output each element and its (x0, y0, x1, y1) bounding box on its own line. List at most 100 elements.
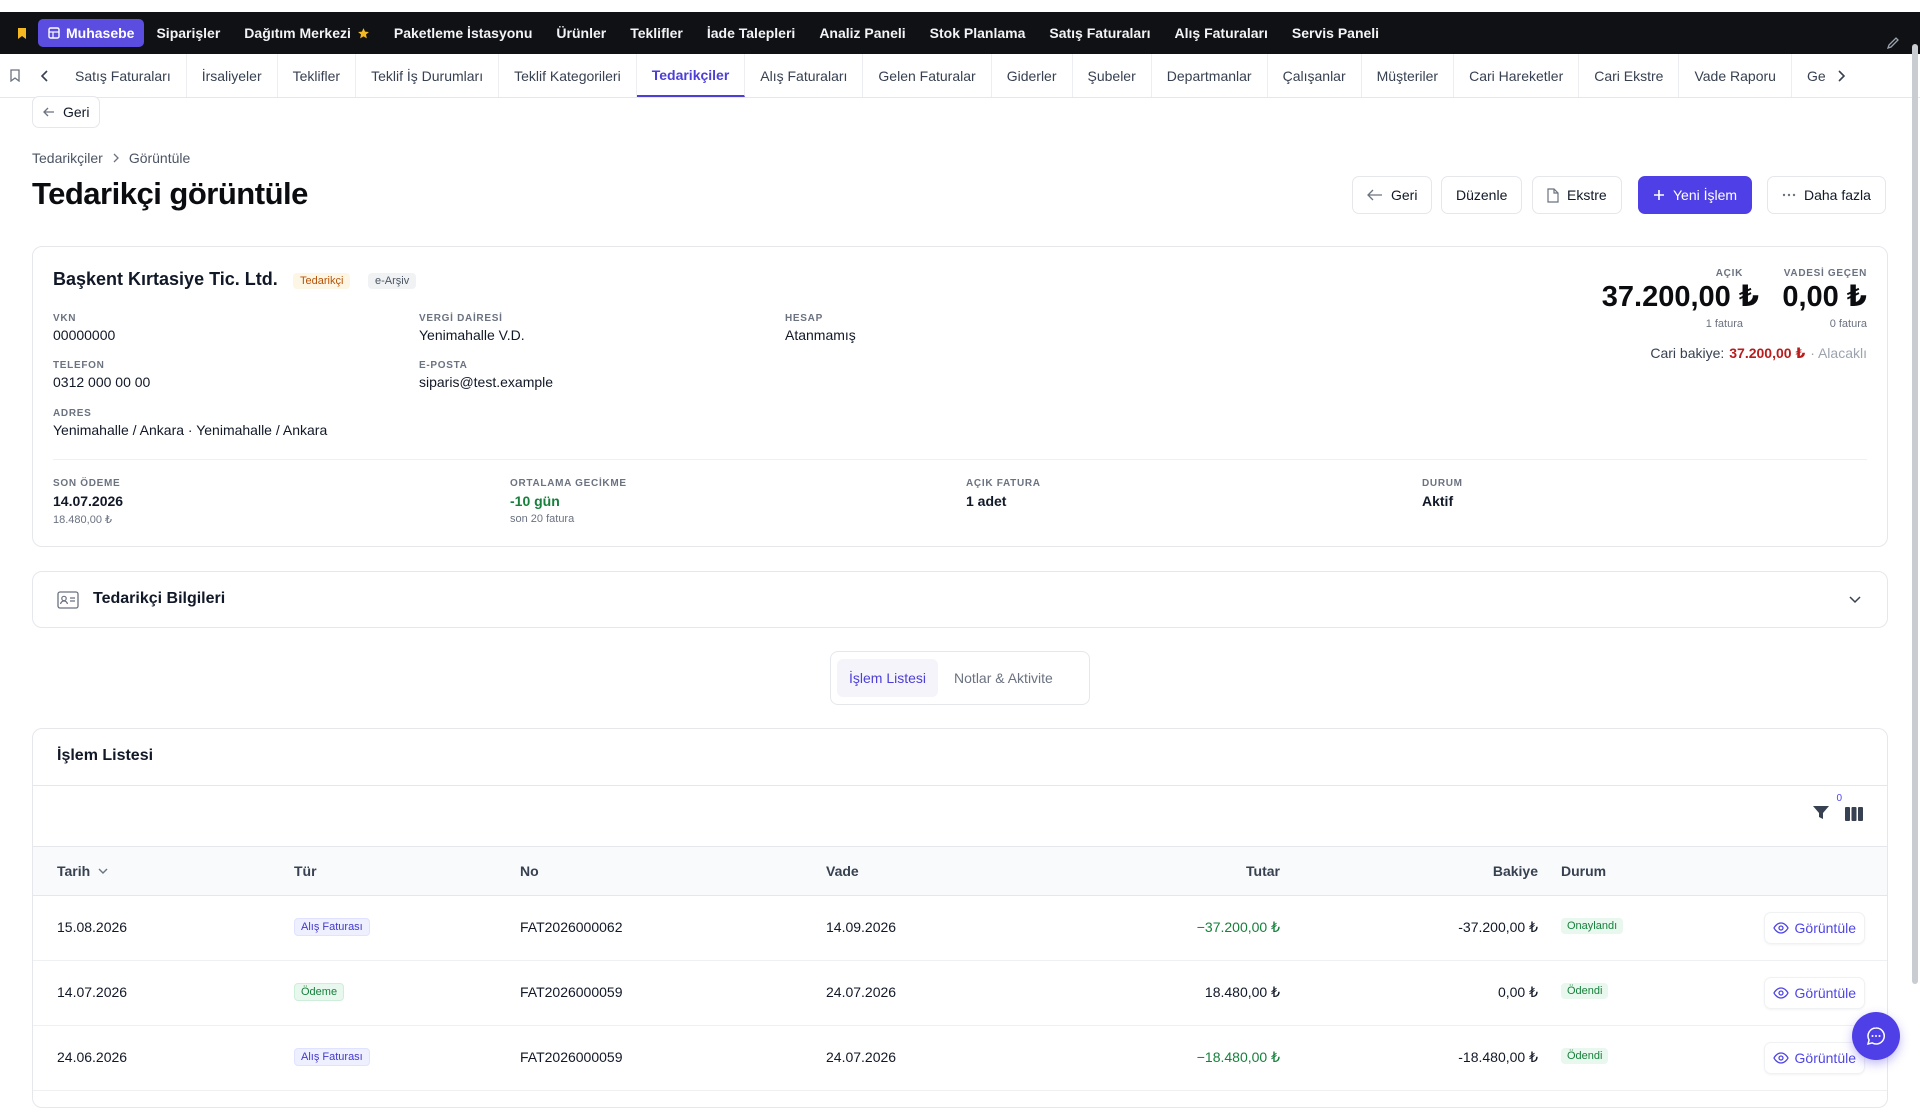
table-row: 14.07.2026 Ödeme FAT2026000059 24.07.202… (33, 961, 1887, 1026)
tab-teklifler[interactable]: Teklifler (278, 54, 357, 97)
top-nav-dagitim-merkezi[interactable]: Dağıtım Merkezi (232, 19, 382, 47)
tab-tedarikciler[interactable]: Tedarikçiler (636, 54, 746, 97)
table-row: 15.08.2026 Alış Faturası FAT2026000062 1… (33, 896, 1887, 961)
balance-amount: 37.200,00 ₺ (1729, 345, 1806, 361)
phone-label: TELEFON (53, 360, 105, 371)
chevron-right-icon[interactable] (1826, 54, 1856, 97)
pencil-icon[interactable] (1886, 36, 1900, 50)
tax-office-value: Yenimahalle V.D. (419, 327, 525, 343)
row-number: FAT2026000059 (520, 1049, 623, 1065)
tab-cari-ekstre[interactable]: Cari Ekstre (1579, 54, 1680, 97)
row-amount: 18.480,00 ₺ (1204, 984, 1280, 1000)
top-nav-alis-faturalari[interactable]: Alış Faturaları (1163, 19, 1280, 47)
supplier-info-section[interactable]: Tedarikçi Bilgileri (32, 571, 1888, 628)
edit-button[interactable]: Düzenle (1441, 176, 1523, 214)
row-balance: 0,00 ₺ (1497, 984, 1538, 1000)
plus-icon (1653, 189, 1665, 201)
tab-teklif-kategorileri[interactable]: Teklif Kategorileri (499, 54, 637, 97)
top-nav-siparisler[interactable]: Siparişler (144, 19, 232, 47)
id-card-icon (57, 591, 79, 609)
tab-departmanlar[interactable]: Departmanlar (1152, 54, 1268, 97)
segment-transaction-list[interactable]: İşlem Listesi (837, 659, 939, 697)
tax-office-label: VERGİ DAİRESİ (419, 313, 503, 324)
tab-satis-faturalari[interactable]: Satış Faturaları (60, 54, 187, 97)
bookmark-icon[interactable] (14, 25, 30, 41)
filter-count-badge: 0 (1836, 793, 1842, 804)
row-type-badge: Alış Faturası (294, 1048, 370, 1066)
table-row: 24.06.2026 Alış Faturası FAT2026000059 2… (33, 1026, 1887, 1091)
more-dots-icon (1782, 193, 1796, 197)
top-nav-teklifler[interactable]: Teklifler (618, 19, 695, 47)
column-no[interactable]: No (520, 863, 539, 879)
table-header: Tarih Tür No Vade Tutar Bakiye Durum (33, 846, 1887, 896)
transaction-list-card: İşlem Listesi 0 Tarih Tür No Vade Tutar … (32, 728, 1888, 1108)
tab-subeler[interactable]: Şubeler (1073, 54, 1152, 97)
breadcrumb-parent[interactable]: Tedarikçiler (32, 150, 103, 166)
top-nav-servis-paneli[interactable]: Servis Paneli (1280, 19, 1391, 47)
tab-gelen-faturalar[interactable]: Gelen Faturalar (863, 54, 992, 97)
avg-delay-sub: son 20 fatura (510, 513, 575, 525)
row-amount: −18.480,00 ₺ (1196, 1049, 1280, 1065)
top-nav-label: Servis Paneli (1291, 25, 1380, 41)
row-due-date: 14.09.2026 (826, 919, 897, 935)
view-segment-control: İşlem Listesi Notlar & Aktivite (830, 651, 1090, 705)
top-nav-iade-talepleri[interactable]: İade Talepleri (695, 19, 807, 47)
top-nav-analiz-paneli[interactable]: Analiz Paneli (807, 19, 917, 47)
row-view-button[interactable]: Görüntüle (1763, 977, 1865, 1009)
column-due[interactable]: Vade (826, 863, 859, 879)
column-type[interactable]: Tür (294, 863, 317, 879)
open-amount: 37.200,00 ₺ (1601, 281, 1759, 313)
row-view-button[interactable]: Görüntüle (1763, 912, 1865, 944)
new-transaction-button[interactable]: Yeni İşlem (1638, 176, 1753, 214)
chevron-left-icon[interactable] (30, 54, 60, 97)
back-label: Geri (63, 104, 90, 120)
top-nav-satis-faturalari[interactable]: Satış Faturaları (1037, 19, 1162, 47)
segment-notes-activity[interactable]: Notlar & Aktivite (942, 659, 1065, 697)
column-date-label: Tarih (57, 863, 91, 879)
top-nav-label: Siparişler (156, 25, 221, 41)
top-nav-label: Ürünler (556, 25, 607, 41)
column-status[interactable]: Durum (1561, 863, 1606, 879)
avg-delay-label: ORTALAMA GECİKME (510, 478, 627, 489)
sort-down-icon (98, 868, 108, 874)
column-date[interactable]: Tarih (57, 863, 108, 879)
open-label: AÇIK (1715, 268, 1743, 279)
bookmark-outline-icon[interactable] (0, 54, 30, 97)
breadcrumb: Tedarikçiler Görüntüle (32, 150, 190, 166)
top-nav-paketleme[interactable]: Paketleme İstasyonu (382, 19, 545, 47)
tab-giderler[interactable]: Giderler (992, 54, 1073, 97)
filter-icon[interactable]: 0 (1812, 793, 1842, 821)
chat-bubble-icon (1866, 1026, 1886, 1046)
overdue-amount: 0,00 ₺ (1782, 281, 1867, 313)
type-badge: Tedarikçi (293, 273, 351, 289)
statement-button[interactable]: Ekstre (1532, 176, 1622, 214)
tab-cari-hareketler[interactable]: Cari Hareketler (1454, 54, 1580, 97)
open-invoice-label: AÇIK FATURA (966, 478, 1041, 489)
email-label: E-POSTA (419, 360, 468, 371)
phone-value: 0312 000 00 00 (53, 374, 151, 390)
page-scrollbar[interactable] (1912, 44, 1918, 984)
tab-musteriler[interactable]: Müşteriler (1362, 54, 1455, 97)
columns-icon[interactable] (1845, 807, 1863, 821)
row-view-button[interactable]: Görüntüle (1763, 1042, 1865, 1074)
column-amount[interactable]: Tutar (1246, 863, 1280, 879)
tab-vade-raporu[interactable]: Vade Raporu (1679, 54, 1792, 97)
tab-calisanlar[interactable]: Çalışanlar (1268, 54, 1362, 97)
tab-teklif-is-durumlari[interactable]: Teklif İş Durumları (356, 54, 500, 97)
top-nav-stok-planlama[interactable]: Stok Planlama (918, 19, 1038, 47)
back-button-small[interactable]: Geri (32, 96, 101, 128)
more-button[interactable]: Daha fazla (1767, 176, 1886, 214)
column-balance[interactable]: Bakiye (1493, 863, 1538, 879)
row-date: 14.07.2026 (57, 984, 128, 1000)
edit-button-label: Düzenle (1456, 187, 1508, 203)
top-nav-urunler[interactable]: Ürünler (544, 19, 618, 47)
tab-irsaliyeler[interactable]: İrsaliyeler (187, 54, 278, 97)
top-nav-muhasebe[interactable]: Muhasebe (38, 19, 145, 47)
tab-truncated[interactable]: Ge (1792, 54, 1826, 97)
chat-button[interactable] (1852, 1012, 1900, 1060)
arrow-left-icon (43, 107, 55, 117)
back-button[interactable]: Geri (1352, 176, 1433, 214)
tab-alis-faturalari[interactable]: Alış Faturaları (745, 54, 864, 97)
eye-icon (1772, 987, 1789, 999)
account-value: Atanmamış (785, 327, 856, 343)
